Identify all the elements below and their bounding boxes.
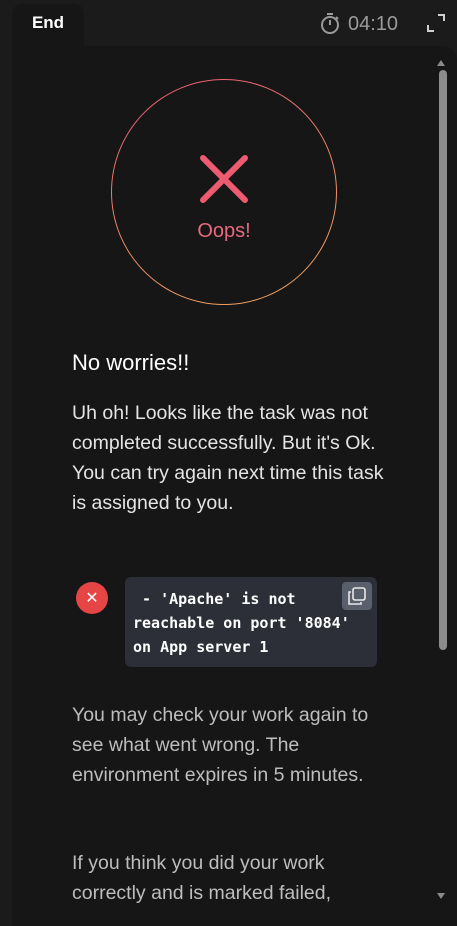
scroll-up-arrow-icon[interactable]	[437, 60, 445, 66]
end-tab[interactable]: End	[12, 4, 84, 48]
copy-icon	[348, 587, 366, 605]
error-code-text: - 'Apache' is not reachable on port '808…	[133, 590, 359, 656]
note-check-work: You may check your work again to see wha…	[72, 704, 369, 786]
x-mark-icon	[200, 155, 248, 203]
scrollbar[interactable]	[427, 60, 437, 908]
error-circle-icon: ✕	[76, 582, 108, 614]
note-marked-failed: If you think you did your work correctly…	[72, 852, 332, 904]
copy-button[interactable]	[342, 582, 372, 610]
status-label: Oops!	[197, 220, 251, 242]
top-bar: End 04:10	[0, 0, 457, 48]
timer: 04:10	[320, 10, 398, 38]
error-code-block: - 'Apache' is not reachable on port '808…	[125, 577, 377, 667]
expand-icon[interactable]	[427, 14, 445, 32]
result-title: No worries!!	[72, 350, 190, 375]
scrollbar-thumb[interactable]	[439, 70, 447, 650]
result-message: Uh oh! Looks like the task was not compl…	[72, 402, 384, 514]
scroll-down-arrow-icon[interactable]	[437, 893, 445, 899]
stopwatch-icon	[321, 13, 339, 34]
timer-value: 04:10	[348, 12, 399, 35]
